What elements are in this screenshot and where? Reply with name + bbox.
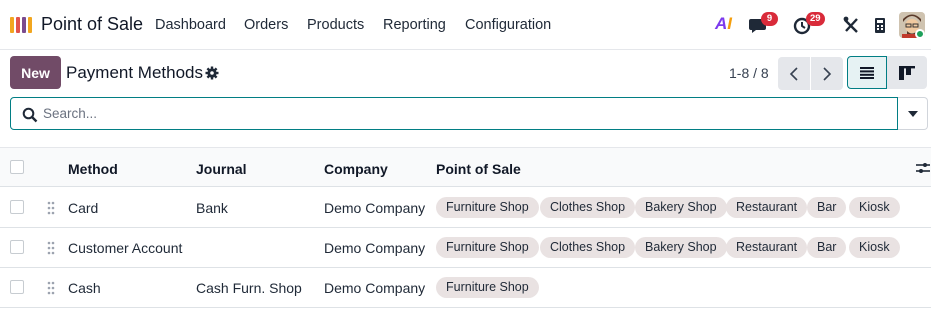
search-icon [22, 107, 38, 123]
cell-company: Demo Company [324, 240, 426, 256]
pos-tag: Bar [807, 237, 847, 258]
online-status-dot [915, 29, 925, 39]
column-header-journal[interactable]: Journal [196, 161, 247, 177]
pos-app-icon[interactable] [9, 16, 33, 34]
drag-handle-icon[interactable] [46, 280, 56, 296]
gear-icon[interactable] [205, 66, 219, 80]
activities-badge: 29 [806, 12, 825, 26]
table-row[interactable]: Card Bank Demo Company Furniture Shop Cl… [0, 188, 931, 228]
chevron-left-icon [789, 66, 798, 81]
chevron-right-icon [823, 66, 832, 81]
column-header-point-of-sale[interactable]: Point of Sale [436, 161, 521, 177]
cell-method: Customer Account [68, 240, 183, 256]
ai-icon[interactable]: AI [715, 14, 737, 36]
search-input[interactable] [43, 99, 883, 128]
menu-reporting[interactable]: Reporting [383, 17, 446, 33]
pager-value[interactable]: 1-8 / 8 [729, 65, 769, 81]
row-checkbox[interactable] [10, 240, 24, 254]
top-navbar: Point of Sale Dashboard Orders Products … [0, 0, 931, 50]
kanban-view-icon [899, 65, 915, 80]
pager-previous-button[interactable] [778, 57, 810, 90]
optional-columns-icon[interactable] [916, 161, 930, 175]
cell-journal: Bank [196, 200, 228, 216]
page-title: Payment Methods [66, 63, 204, 82]
pos-tag: Clothes Shop [540, 197, 636, 218]
pos-tag: Restaurant [726, 197, 808, 218]
row-checkbox[interactable] [10, 280, 24, 294]
pos-tag: Kiosk [849, 197, 900, 218]
cell-journal: Cash Furn. Shop [196, 280, 302, 296]
app-name[interactable]: Point of Sale [41, 14, 143, 35]
column-header-company[interactable]: Company [324, 161, 388, 177]
list-view-icon [860, 66, 874, 79]
pos-tag: Furniture Shop [436, 197, 539, 218]
menu-products[interactable]: Products [307, 17, 364, 33]
caret-down-icon [907, 110, 918, 117]
cell-company: Demo Company [324, 200, 426, 216]
new-button[interactable]: New [10, 56, 61, 89]
menu-dashboard[interactable]: Dashboard [155, 17, 226, 33]
row-checkbox[interactable] [10, 200, 24, 214]
cell-company: Demo Company [324, 280, 426, 296]
table-row[interactable]: Cash Cash Furn. Shop Demo Company Furnit… [0, 268, 931, 308]
pos-tag: Kiosk [849, 237, 900, 258]
cell-method: Cash [68, 280, 101, 296]
pager-next-button[interactable] [811, 57, 843, 90]
column-header-method[interactable]: Method [68, 161, 118, 177]
pos-tag: Restaurant [726, 237, 808, 258]
menu-configuration[interactable]: Configuration [465, 17, 551, 33]
debug-tools-icon[interactable] [841, 14, 863, 36]
menu-orders[interactable]: Orders [244, 17, 288, 33]
pos-tag: Bakery Shop [635, 197, 727, 218]
cell-method: Card [68, 200, 99, 216]
kanban-view-button[interactable] [887, 56, 927, 89]
pos-tag: Bar [807, 197, 847, 218]
pos-tag: Clothes Shop [540, 237, 636, 258]
table-header: Method Journal Company Point of Sale [0, 147, 931, 187]
pos-tag: Bakery Shop [635, 237, 727, 258]
search-bar[interactable] [10, 97, 898, 130]
table-row[interactable]: Customer Account Demo Company Furniture … [0, 228, 931, 268]
pos-tag: Furniture Shop [436, 277, 539, 298]
drag-handle-icon[interactable] [46, 200, 56, 216]
messages-badge: 9 [761, 12, 778, 26]
drag-handle-icon[interactable] [46, 240, 56, 256]
search-options-toggle[interactable] [898, 97, 928, 130]
list-view-button[interactable] [847, 56, 887, 89]
pos-tag: Furniture Shop [436, 237, 539, 258]
select-all-checkbox[interactable] [10, 160, 24, 174]
pos-register-icon[interactable] [869, 14, 891, 36]
